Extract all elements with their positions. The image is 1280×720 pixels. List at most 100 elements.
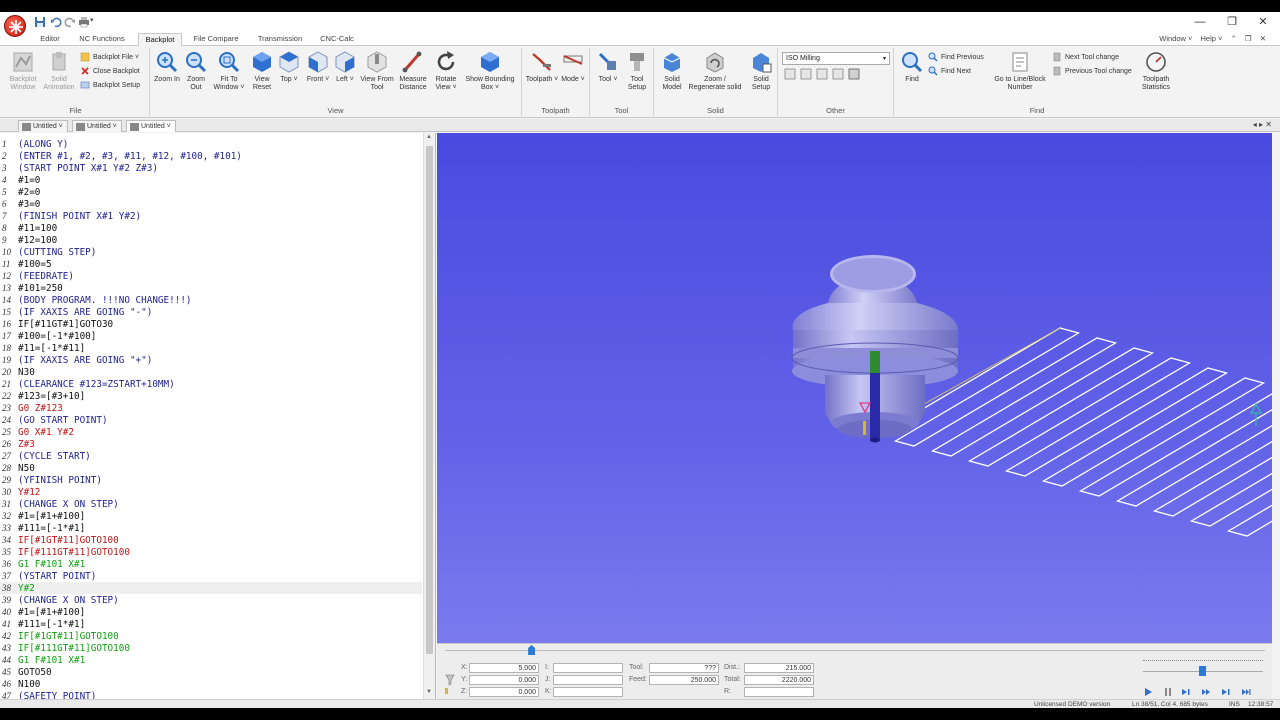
rotate-view-button[interactable]: Rotate View ˅: [430, 50, 462, 92]
code-line[interactable]: 27 (CYCLE START): [0, 450, 422, 462]
code-line[interactable]: 31 (CHANGE X ON STEP): [0, 498, 422, 510]
tool-filter-icon[interactable]: [445, 674, 455, 686]
other-tool-1-icon[interactable]: [784, 68, 796, 80]
front-view-button[interactable]: Front ˅: [304, 50, 332, 84]
code-line[interactable]: 9 #12=100: [0, 234, 422, 246]
code-line[interactable]: 43 IF[#111GT#11]GOTO100: [0, 642, 422, 654]
code-line[interactable]: 33 #111=[-1*#1]: [0, 522, 422, 534]
next-tool-change-button[interactable]: Next Tool change: [1052, 52, 1119, 64]
tab-cnc-calc[interactable]: CNC-Calc: [312, 33, 362, 46]
left-view-button[interactable]: Left ˅: [332, 50, 358, 84]
code-line[interactable]: 6 #3=0: [0, 198, 422, 210]
tool-button[interactable]: Tool ˅: [594, 50, 622, 84]
other-tool-3-icon[interactable]: [816, 68, 828, 80]
close-backplot-button[interactable]: Close Backplot: [80, 66, 140, 78]
code-line[interactable]: 4 #1=0: [0, 174, 422, 186]
tab-transmission[interactable]: Transmission: [252, 33, 308, 46]
code-line[interactable]: 41 #111=[-1*#1]: [0, 618, 422, 630]
code-line[interactable]: 21 (CLEARANCE #123=ZSTART+10MM): [0, 378, 422, 390]
backplot-file-button[interactable]: Backplot File ˅: [80, 52, 139, 64]
other-tool-2-icon[interactable]: [800, 68, 812, 80]
scrollbar-thumb[interactable]: [426, 146, 433, 654]
document-tab-3[interactable]: Untitled ˅: [126, 120, 176, 132]
zoom-in-button[interactable]: Zoom In: [154, 50, 180, 84]
fast-forward-icon[interactable]: [1201, 687, 1211, 697]
code-line[interactable]: 40 #1=[#1+#100]: [0, 606, 422, 618]
code-line[interactable]: 16 IF[#11GT#1]GOTO30: [0, 318, 422, 330]
toolpath-statistics-button[interactable]: Toolpath Statistics: [1138, 50, 1174, 92]
go-to-line-button[interactable]: Go to Line/Block Number: [988, 50, 1052, 92]
code-line[interactable]: 10 (CUTTING STEP): [0, 246, 422, 258]
app-logo-icon[interactable]: [4, 15, 26, 37]
restore-icon[interactable]: ❐: [1245, 34, 1252, 43]
code-line[interactable]: 15 (IF XAXIS ARE GOING "-"): [0, 306, 422, 318]
backplot-viewport[interactable]: [437, 133, 1272, 643]
code-line[interactable]: 42 IF[#1GT#11]GOTO100: [0, 630, 422, 642]
minimize-button[interactable]: —: [1185, 14, 1215, 30]
window-menu[interactable]: Window ˅: [1159, 34, 1192, 43]
code-line[interactable]: 20 N30: [0, 366, 422, 378]
backplot-window-button[interactable]: Backplot Window: [4, 50, 42, 92]
tab-editor[interactable]: Editor: [30, 33, 70, 46]
other-tool-5-icon[interactable]: [848, 68, 860, 80]
pause-icon[interactable]: [1163, 687, 1173, 697]
show-bounding-box-button[interactable]: Show Bounding Box ˅: [462, 50, 518, 92]
help-menu[interactable]: Help ˅: [1201, 34, 1223, 43]
maximize-button[interactable]: ❐: [1217, 14, 1247, 30]
code-line[interactable]: 2 (ENTER #1, #2, #3, #11, #12, #100, #101…: [0, 150, 422, 162]
close-tab-icon[interactable]: ✕: [1265, 120, 1272, 129]
code-line[interactable]: 18 #11=[-1*#11]: [0, 342, 422, 354]
solid-setup-button[interactable]: Solid Setup: [746, 50, 776, 92]
top-view-button[interactable]: Top ˅: [276, 50, 302, 84]
ribbon-collapse-icon[interactable]: ⌃: [1230, 34, 1236, 43]
code-line[interactable]: 1 (ALONG Y): [0, 138, 422, 150]
play-icon[interactable]: [1143, 687, 1153, 697]
undo-icon[interactable]: [50, 16, 62, 28]
code-line[interactable]: 14 (BODY PROGRAM. !!!NO CHANGE!!!): [0, 294, 422, 306]
find-next-button[interactable]: Find Next: [928, 66, 971, 78]
code-line[interactable]: 24 (GO START POINT): [0, 414, 422, 426]
playback-slider-thumb[interactable]: [528, 645, 536, 655]
code-line[interactable]: 36 G1 F#101 X#1: [0, 558, 422, 570]
code-line[interactable]: 17 #100=[-1*#100]: [0, 330, 422, 342]
scroll-up-icon[interactable]: ▲: [426, 134, 432, 140]
solid-model-button[interactable]: Solid Model: [657, 50, 687, 92]
scroll-tabs-left-icon[interactable]: ◂: [1253, 120, 1257, 129]
quick-access-dropdown-icon[interactable]: ▾: [90, 16, 102, 28]
code-editor[interactable]: 1 (ALONG Y) 2 (ENTER #1, #2, #3, #11, #12, …: [0, 133, 436, 699]
save-icon[interactable]: [34, 16, 46, 28]
document-tab-1[interactable]: Untitled ˅: [18, 120, 68, 132]
code-line[interactable]: 39 (CHANGE X ON STEP): [0, 594, 422, 606]
zoom-out-button[interactable]: Zoom Out: [182, 50, 210, 92]
code-line[interactable]: 30 Y#12: [0, 486, 422, 498]
zoom-regenerate-solid-button[interactable]: Zoom / Regenerate solid: [686, 50, 744, 92]
close-button[interactable]: ✕: [1248, 14, 1278, 30]
tab-backplot[interactable]: Backplot: [138, 33, 182, 46]
code-line[interactable]: 23 G0 Z#123: [0, 402, 422, 414]
fit-to-window-button[interactable]: Fit To Window ˅: [210, 50, 248, 92]
print-icon[interactable]: [78, 16, 90, 28]
speed-slider-thumb[interactable]: [1198, 666, 1206, 676]
other-tool-4-icon[interactable]: [832, 68, 844, 80]
step-forward-icon[interactable]: [1181, 687, 1191, 697]
view-from-tool-button[interactable]: View From Tool: [358, 50, 396, 92]
code-line[interactable]: 19 (IF XAXIS ARE GOING "+"): [0, 354, 422, 366]
code-line[interactable]: 46 N100: [0, 678, 422, 690]
code-line[interactable]: 44 G1 F#101 X#1: [0, 654, 422, 666]
code-line[interactable]: 34 IF[#1GT#11]GOTO100: [0, 534, 422, 546]
tab-nc-functions[interactable]: NC Functions: [72, 33, 132, 46]
code-line[interactable]: 3 (START POINT X#1 Y#2 Z#3): [0, 162, 422, 174]
code-line[interactable]: 12 (FEEDRATE): [0, 270, 422, 282]
code-line[interactable]: 45 GOTO50: [0, 666, 422, 678]
scroll-down-icon[interactable]: ▼: [426, 689, 432, 695]
find-button[interactable]: Find: [900, 50, 924, 84]
editor-scrollbar[interactable]: ▲ ▼: [423, 133, 435, 699]
code-line[interactable]: 35 IF[#111GT#11]GOTO100: [0, 546, 422, 558]
find-previous-button[interactable]: Find Previous: [928, 52, 984, 64]
code-line[interactable]: 28 N50: [0, 462, 422, 474]
code-line[interactable]: 8 #11=100: [0, 222, 422, 234]
code-line[interactable]: 38 Y#2: [0, 582, 422, 594]
code-line[interactable]: 11 #100=5: [0, 258, 422, 270]
backplot-setup-button[interactable]: Backplot Setup: [80, 80, 140, 92]
code-line[interactable]: 47 (SAFETY POINT): [0, 690, 422, 699]
